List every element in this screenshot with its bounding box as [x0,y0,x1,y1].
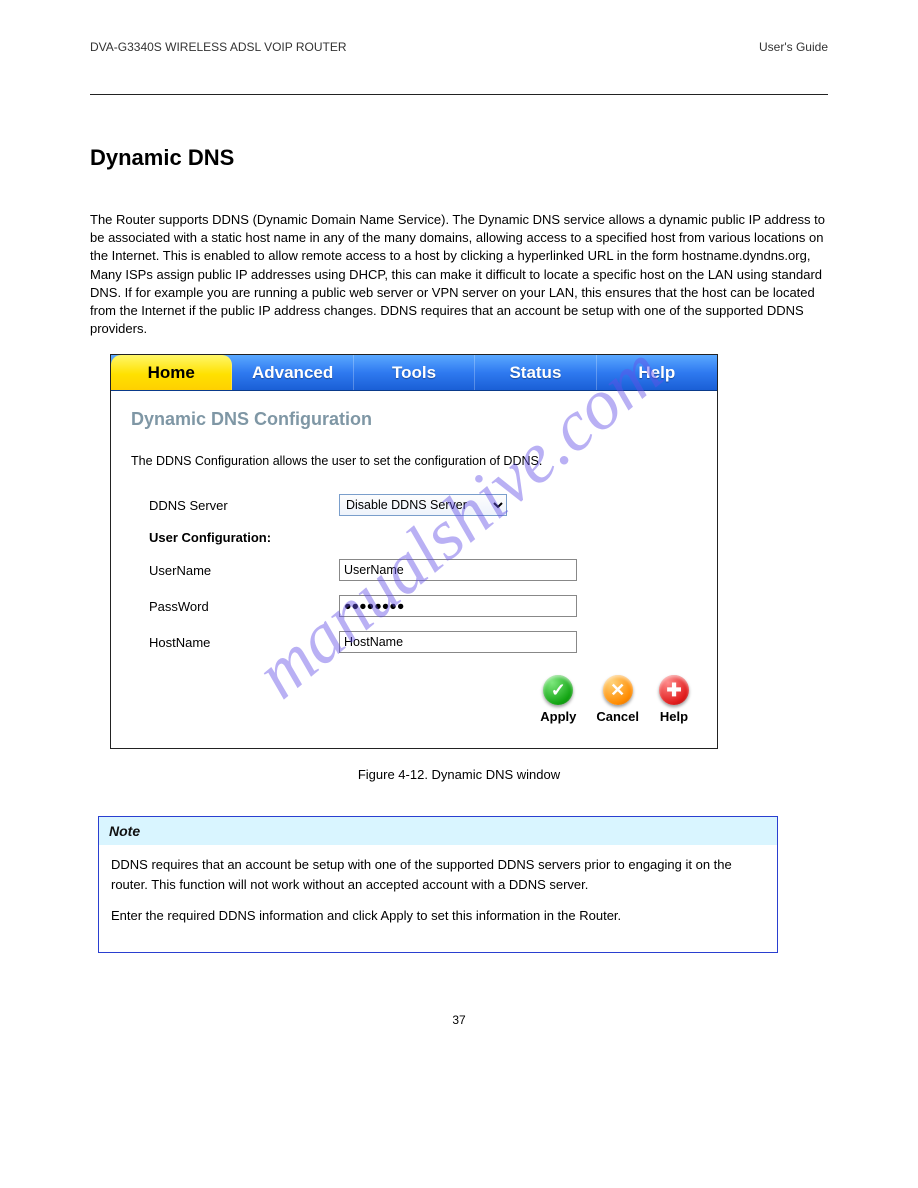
router-config-panel: Home Advanced Tools Status Help Dynamic … [110,354,718,749]
note-paragraph-1: DDNS requires that an account be setup w… [111,855,765,895]
cancel-label: Cancel [596,709,639,724]
note-paragraph-2: Enter the required DDNS information and … [111,906,765,926]
divider [90,94,828,95]
check-icon: ✓ [543,675,573,705]
cross-icon: ✕ [603,675,633,705]
tab-status[interactable]: Status [475,355,596,390]
note-box: Note DDNS requires that an account be se… [98,816,778,952]
plus-icon: ✚ [659,675,689,705]
panel-title: Dynamic DNS Configuration [131,409,697,430]
apply-label: Apply [540,709,576,724]
help-label: Help [660,709,688,724]
username-input[interactable] [339,559,577,581]
page-number: 37 [90,1013,828,1027]
tab-home[interactable]: Home [111,355,232,390]
figure-caption: Figure 4-12. Dynamic DNS window [90,767,828,782]
help-button[interactable]: ✚ Help [659,675,689,724]
username-label: UserName [149,563,339,578]
tab-advanced[interactable]: Advanced [232,355,353,390]
section-title: Dynamic DNS [90,145,828,171]
tab-tools[interactable]: Tools [354,355,475,390]
cancel-button[interactable]: ✕ Cancel [596,675,639,724]
ddns-server-select[interactable]: Disable DDNS Server [339,494,507,516]
header-right: User's Guide [759,40,828,54]
user-config-label: User Configuration: [149,530,339,545]
note-heading: Note [99,817,777,845]
ddns-server-label: DDNS Server [149,498,339,513]
password-label: PassWord [149,599,339,614]
password-input[interactable] [339,595,577,617]
tab-bar: Home Advanced Tools Status Help [111,355,717,391]
hostname-input[interactable] [339,631,577,653]
panel-desc: The DDNS Configuration allows the user t… [131,454,697,468]
tab-help[interactable]: Help [597,355,717,390]
apply-button[interactable]: ✓ Apply [540,675,576,724]
header-left: DVA-G3340S WIRELESS ADSL VOIP ROUTER [90,40,347,54]
hostname-label: HostName [149,635,339,650]
intro-text: The Router supports DDNS (Dynamic Domain… [90,211,828,338]
